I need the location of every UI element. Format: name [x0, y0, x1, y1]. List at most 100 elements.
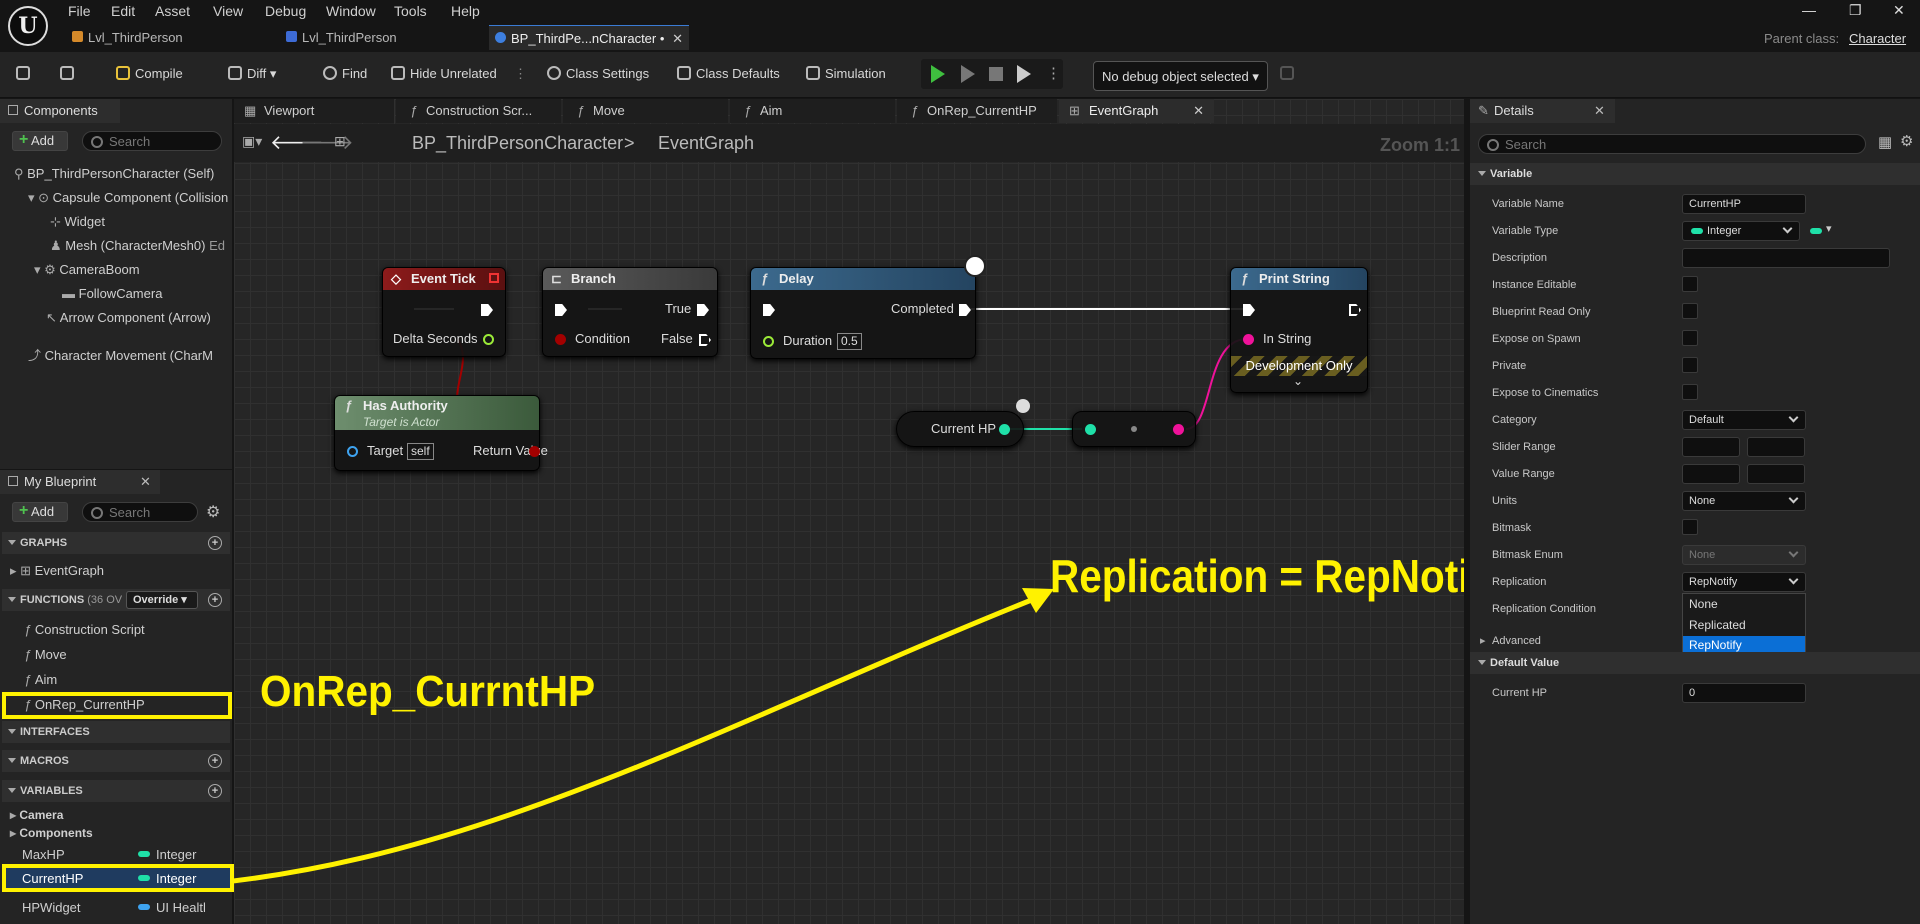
menu-view[interactable]: View	[213, 3, 243, 19]
default-value-input[interactable]: 0	[1682, 683, 1806, 703]
tab-blueprint[interactable]: BP_ThirdPe...nCharacter • ✕	[489, 25, 689, 50]
add-function-icon[interactable]: +	[208, 593, 222, 607]
section-default-value[interactable]: Default Value	[1470, 652, 1920, 674]
option-none[interactable]: None	[1683, 594, 1805, 615]
override-dropdown[interactable]: Override ▾	[126, 591, 198, 609]
slider-min-input[interactable]	[1682, 437, 1740, 457]
expose-cinematics-checkbox[interactable]	[1682, 384, 1698, 400]
section-macros[interactable]: MACROS +	[2, 750, 230, 772]
option-replicated[interactable]: Replicated	[1683, 615, 1805, 636]
private-checkbox[interactable]	[1682, 357, 1698, 373]
close-icon[interactable]: ✕	[1594, 99, 1605, 123]
components-search[interactable]: Search	[82, 131, 222, 151]
maximize-icon[interactable]: ❐	[1849, 2, 1862, 19]
menu-debug[interactable]: Debug	[265, 3, 306, 19]
description-input[interactable]	[1682, 248, 1890, 268]
play-options-icon[interactable]: ⋮	[1046, 64, 1061, 82]
category-camera[interactable]: ▸ Camera	[10, 808, 63, 822]
tree-mesh[interactable]: ♟ Mesh (CharacterMesh0) Ed	[50, 238, 225, 254]
minimize-icon[interactable]: —	[1802, 2, 1816, 18]
class-defaults-button[interactable]: Class Defaults	[677, 66, 780, 81]
slider-max-input[interactable]	[1747, 437, 1805, 457]
components-tab[interactable]: Components	[0, 99, 120, 123]
variable-type-select[interactable]: Integer	[1682, 221, 1800, 241]
event-graph-canvas[interactable]: ▦ Viewport ƒ Construction Scr... ƒ Move ƒ Ai…	[234, 99, 1464, 924]
tree-widget[interactable]: ⊹ Widget	[50, 214, 105, 230]
category-components[interactable]: ▸ Components	[10, 826, 93, 840]
function-aim[interactable]: ƒ Aim	[24, 672, 57, 687]
add-graph-icon[interactable]: +	[208, 536, 222, 550]
container-type-icon[interactable]	[1810, 228, 1822, 234]
function-onrep-currenthp[interactable]: ƒ OnRep_CurrentHP	[24, 697, 145, 712]
section-graphs[interactable]: GRAPHS +	[2, 532, 230, 554]
variable-hpwidget[interactable]: HPWidget UI Healtl	[22, 900, 228, 915]
variable-name-input[interactable]: CurrentHP	[1682, 194, 1806, 214]
instance-editable-checkbox[interactable]	[1682, 276, 1698, 292]
save-icon[interactable]	[16, 66, 35, 81]
read-only-checkbox[interactable]	[1682, 303, 1698, 319]
settings-gear-icon[interactable]: ⚙	[206, 502, 220, 522]
value-max-input[interactable]	[1747, 464, 1805, 484]
tree-self[interactable]: ⚲ BP_ThirdPersonCharacter (Self)	[14, 166, 214, 182]
close-icon[interactable]: ✕	[672, 26, 683, 51]
container-chevron-icon[interactable]: ▾	[1826, 222, 1832, 235]
simulation-button[interactable]: Simulation	[806, 66, 886, 81]
class-settings-button[interactable]: Class Settings	[547, 66, 649, 81]
details-search[interactable]: Search	[1478, 134, 1866, 154]
details-tab[interactable]: ✎ Details ✕	[1470, 99, 1615, 123]
menu-tools[interactable]: Tools	[394, 3, 427, 19]
advanced-expander[interactable]: ▸ Advanced	[1478, 631, 1658, 651]
more-options-icon[interactable]: ⋮	[514, 66, 527, 82]
close-window-icon[interactable]: ✕	[1893, 2, 1905, 19]
add-variable-icon[interactable]: +	[208, 784, 222, 798]
tree-cameraboom[interactable]: ▾ ⚙ CameraBoom	[34, 262, 140, 278]
section-variable[interactable]: Variable	[1470, 163, 1920, 185]
browse-icon[interactable]	[60, 66, 79, 81]
bitmask-checkbox[interactable]	[1682, 519, 1698, 535]
expose-spawn-checkbox[interactable]	[1682, 330, 1698, 346]
find-button[interactable]: Find	[323, 66, 367, 81]
function-construction-script[interactable]: ƒ Construction Script	[24, 622, 145, 637]
play-icon[interactable]	[931, 65, 945, 83]
blueprint-search[interactable]: Search	[82, 502, 198, 522]
debug-object-select[interactable]: No debug object selected ▾	[1093, 61, 1268, 91]
table-view-icon[interactable]: ▦	[1878, 133, 1892, 151]
value-min-input[interactable]	[1682, 464, 1740, 484]
tree-followcamera[interactable]: ▬ FollowCamera	[62, 286, 162, 301]
menu-asset[interactable]: Asset	[155, 3, 190, 19]
menu-edit[interactable]: Edit	[111, 3, 135, 19]
hide-unrelated-button[interactable]: Hide Unrelated	[391, 66, 497, 81]
graph-eventgraph[interactable]: ▸ ⊞ EventGraph	[10, 563, 104, 579]
section-variables[interactable]: VARIABLES +	[2, 780, 230, 802]
tree-arrow[interactable]: ↖ Arrow Component (Arrow)	[46, 310, 211, 326]
debug-filter-icon[interactable]	[1280, 66, 1299, 81]
menu-window[interactable]: Window	[326, 3, 376, 19]
my-blueprint-tab[interactable]: My Blueprint ✕	[0, 470, 160, 494]
diff-button[interactable]: Diff ▾	[228, 66, 276, 82]
tab-level-2[interactable]: Lvl_ThirdPerson	[280, 25, 485, 50]
category-select[interactable]: Default	[1682, 410, 1806, 430]
section-functions[interactable]: FUNCTIONS (36 OV Override ▾ +	[2, 589, 230, 611]
close-icon[interactable]: ✕	[140, 470, 151, 494]
variable-currenthp[interactable]: CurrentHP Integer	[22, 871, 228, 886]
tree-capsule[interactable]: ▾ ⊙ Capsule Component (Collision	[28, 190, 228, 206]
replication-select[interactable]: RepNotify	[1682, 572, 1806, 592]
units-select[interactable]: None	[1682, 491, 1806, 511]
tab-level-1[interactable]: Lvl_ThirdPerson	[66, 25, 276, 50]
section-interfaces[interactable]: INTERFACES	[2, 721, 230, 743]
parent-class-link[interactable]: Character	[1849, 31, 1906, 46]
add-macro-icon[interactable]: +	[208, 754, 222, 768]
function-move[interactable]: ƒ Move	[24, 647, 67, 662]
menu-file[interactable]: File	[68, 3, 91, 19]
stop-icon[interactable]	[989, 67, 1003, 81]
eject-icon[interactable]	[1017, 65, 1031, 83]
menu-help[interactable]: Help	[451, 3, 480, 19]
unreal-logo-icon[interactable]: U	[8, 6, 48, 46]
step-icon[interactable]	[961, 65, 975, 83]
add-member-button[interactable]: Add	[12, 502, 68, 522]
variable-maxhp[interactable]: MaxHP Integer	[22, 847, 228, 862]
add-component-button[interactable]: Add	[12, 131, 68, 151]
tree-movement[interactable]: ⤴ Character Movement (CharM	[28, 345, 213, 364]
compile-button[interactable]: Compile	[116, 66, 183, 81]
settings-gear-icon[interactable]: ⚙	[1900, 132, 1913, 150]
